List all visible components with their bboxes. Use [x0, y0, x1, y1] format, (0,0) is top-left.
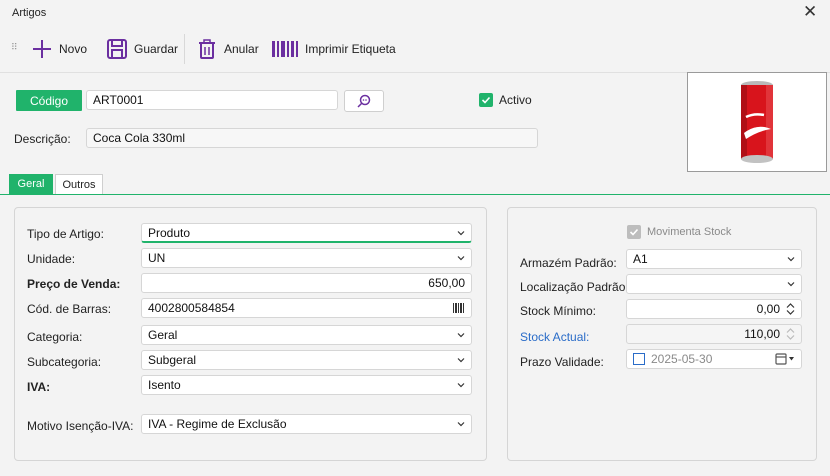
armazem-padrao-label: Armazém Padrão: — [520, 256, 617, 270]
novo-label: Novo — [59, 42, 88, 56]
tipo-artigo-label: Tipo de Artigo: — [27, 227, 104, 241]
codigo-input[interactable]: ART0001 — [86, 90, 338, 110]
prazo-validade-value: 2025-05-30 — [651, 352, 713, 366]
prazo-validade-checkbox[interactable] — [633, 353, 645, 365]
chevron-down-icon — [787, 257, 795, 262]
activo-checkbox[interactable]: Activo — [479, 93, 532, 107]
unidade-value: UN — [148, 251, 166, 265]
stock-minimo-input[interactable]: 0,00 — [626, 299, 802, 319]
calendar-icon[interactable] — [775, 353, 795, 365]
iva-value: Isento — [148, 378, 181, 392]
imprimir-etiqueta-button[interactable]: Imprimir Etiqueta — [271, 36, 396, 62]
motivo-isencao-label: Motivo Isenção-IVA: — [27, 419, 134, 433]
toolbar-divider — [184, 34, 185, 64]
unidade-select[interactable]: UN — [141, 248, 472, 268]
stock-minimo-value: 0,00 — [756, 302, 780, 316]
plus-icon — [33, 40, 51, 58]
close-icon[interactable]: ✕ — [803, 2, 817, 22]
iva-select[interactable]: Isento — [141, 375, 472, 395]
preco-venda-input[interactable]: 650,00 — [141, 273, 472, 293]
tipo-artigo-value: Produto — [148, 225, 191, 240]
stock-actual-input: 110,00 — [626, 324, 802, 344]
novo-button[interactable]: Novo — [31, 36, 87, 62]
cod-barras-value: 4002800584854 — [148, 301, 235, 315]
chevron-down-icon — [457, 358, 465, 363]
categoria-label: Categoria: — [27, 330, 83, 344]
iva-label: IVA: — [27, 380, 51, 394]
check-icon — [479, 93, 493, 107]
cod-barras-label: Cód. de Barras: — [27, 302, 112, 316]
categoria-value: Geral — [148, 328, 178, 342]
subcategoria-value: Subgeral — [148, 353, 197, 367]
guardar-label: Guardar — [134, 42, 179, 56]
chevron-down-icon — [457, 422, 465, 427]
chevron-down-icon — [787, 282, 795, 287]
trash-icon — [199, 39, 215, 59]
subcategoria-label: Subcategoria: — [27, 355, 102, 369]
guardar-button[interactable]: Guardar — [106, 36, 178, 62]
check-icon — [627, 225, 641, 239]
coca-cola-can-image — [710, 76, 804, 168]
prazo-validade-label: Prazo Validade: — [520, 355, 604, 369]
descricao-label: Descrição: — [14, 132, 71, 146]
product-image[interactable] — [687, 72, 827, 172]
chevron-down-icon — [457, 333, 465, 338]
activo-label: Activo — [499, 93, 532, 107]
barcode-icon — [272, 41, 298, 57]
window-title: Artigos — [12, 7, 47, 19]
spinner-icon[interactable] — [786, 303, 795, 315]
barcode-icon[interactable] — [453, 303, 465, 313]
motivo-isencao-select[interactable]: IVA - Regime de Exclusão — [141, 414, 472, 434]
movimenta-stock-label: Movimenta Stock — [647, 226, 732, 238]
armazem-padrao-value: A1 — [633, 252, 648, 266]
motivo-isencao-value: IVA - Regime de Exclusão — [148, 417, 287, 431]
stock-actual-label: Stock Actual: — [520, 330, 590, 344]
stock-actual-value: 110,00 — [744, 327, 780, 341]
anular-button[interactable]: Anular — [196, 36, 259, 62]
search-icon — [357, 94, 371, 108]
tab-outros[interactable]: Outros — [55, 174, 103, 194]
preco-venda-label: Preço de Venda: — [27, 277, 121, 291]
chevron-down-icon — [457, 230, 465, 235]
chevron-down-icon — [457, 256, 465, 261]
subcategoria-select[interactable]: Subgeral — [141, 350, 472, 370]
descricao-input[interactable]: Coca Cola 330ml — [86, 128, 538, 148]
movimenta-stock-checkbox[interactable]: Movimenta Stock — [627, 225, 731, 239]
localizacao-padrao-select[interactable] — [626, 274, 802, 294]
cod-barras-input[interactable]: 4002800584854 — [141, 298, 472, 318]
anular-label: Anular — [224, 42, 259, 56]
spinner-icon — [786, 328, 795, 340]
save-icon — [107, 39, 127, 59]
armazem-padrao-select[interactable]: A1 — [626, 249, 802, 269]
localizacao-padrao-label: Localização Padrão: — [520, 280, 629, 294]
chevron-down-icon — [457, 383, 465, 388]
tab-geral[interactable]: Geral — [9, 174, 53, 194]
search-button[interactable] — [344, 90, 384, 112]
codigo-button[interactable]: Código — [16, 90, 82, 111]
tipo-artigo-select[interactable]: Produto — [141, 223, 472, 243]
unidade-label: Unidade: — [27, 252, 76, 266]
categoria-select[interactable]: Geral — [141, 325, 472, 345]
imprimir-etiqueta-label: Imprimir Etiqueta — [305, 42, 396, 56]
stock-minimo-label: Stock Mínimo: — [520, 304, 597, 318]
tabs-underline — [0, 194, 830, 195]
toolbar-grip-icon[interactable]: ⠿ — [11, 42, 19, 53]
prazo-validade-input[interactable]: 2025-05-30 — [626, 349, 802, 369]
